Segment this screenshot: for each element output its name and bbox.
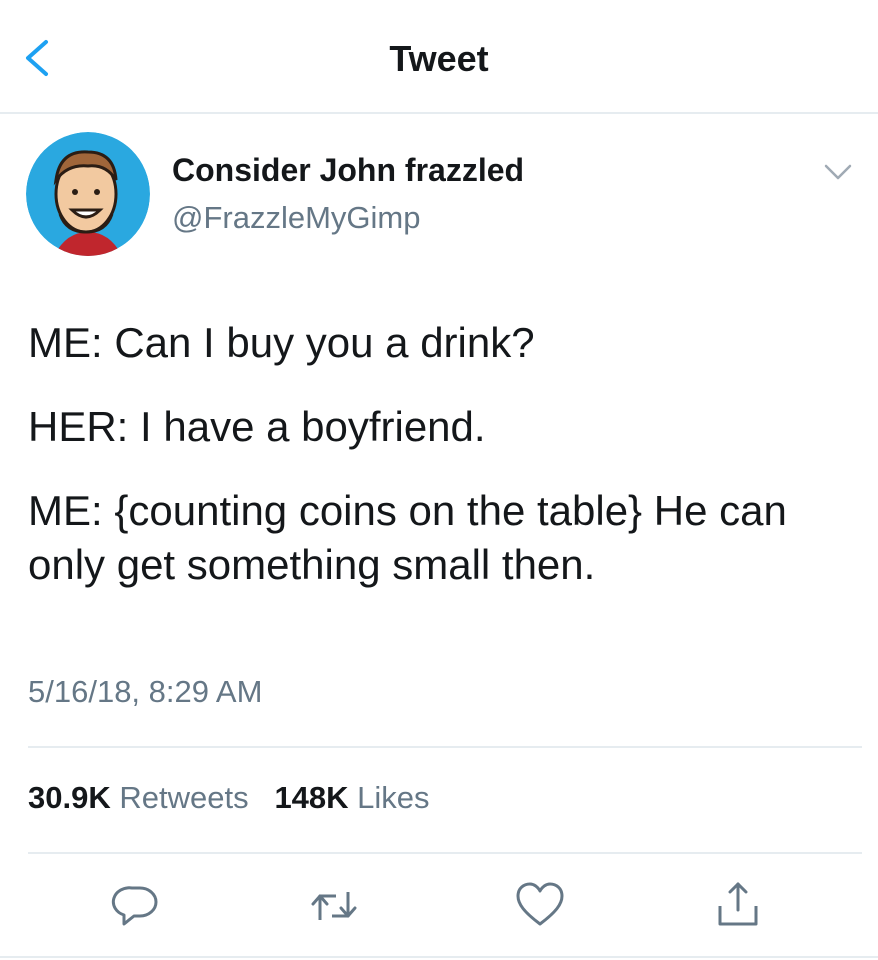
retweet-icon[interactable] xyxy=(306,878,362,934)
likes-count: 148K xyxy=(274,780,349,815)
like-icon[interactable] xyxy=(512,878,568,934)
tweet-line: HER: I have a boyfriend. xyxy=(28,403,486,450)
divider xyxy=(0,956,878,958)
tweet-stats: 30.9K Retweets 148K Likes xyxy=(28,780,430,816)
avatar[interactable] xyxy=(26,132,150,256)
tweet-line: ME: {counting coins on the table} He can… xyxy=(28,487,787,588)
retweets-stat[interactable]: 30.9K Retweets xyxy=(28,780,249,815)
tweet-line: ME: Can I buy you a drink? xyxy=(28,319,535,366)
retweets-count: 30.9K xyxy=(28,780,111,815)
likes-stat[interactable]: 148K Likes xyxy=(274,780,429,815)
author-name[interactable]: Consider John frazzled xyxy=(172,152,524,189)
divider xyxy=(28,852,862,854)
page-title: Tweet xyxy=(389,38,489,79)
divider xyxy=(28,746,862,748)
author-handle[interactable]: @FrazzleMyGimp xyxy=(172,200,420,236)
retweets-label: Retweets xyxy=(119,780,249,815)
nav-header: Tweet xyxy=(0,0,878,114)
tweet-timestamp: 5/16/18, 8:29 AM xyxy=(28,674,263,709)
chevron-down-icon[interactable] xyxy=(820,160,856,184)
likes-label: Likes xyxy=(357,780,430,815)
avatar-illustration xyxy=(26,132,150,256)
tweet-text: ME: Can I buy you a drink? HER: I have a… xyxy=(28,316,858,592)
action-bar xyxy=(0,872,878,944)
share-icon[interactable] xyxy=(710,878,766,934)
reply-icon[interactable] xyxy=(108,878,164,934)
